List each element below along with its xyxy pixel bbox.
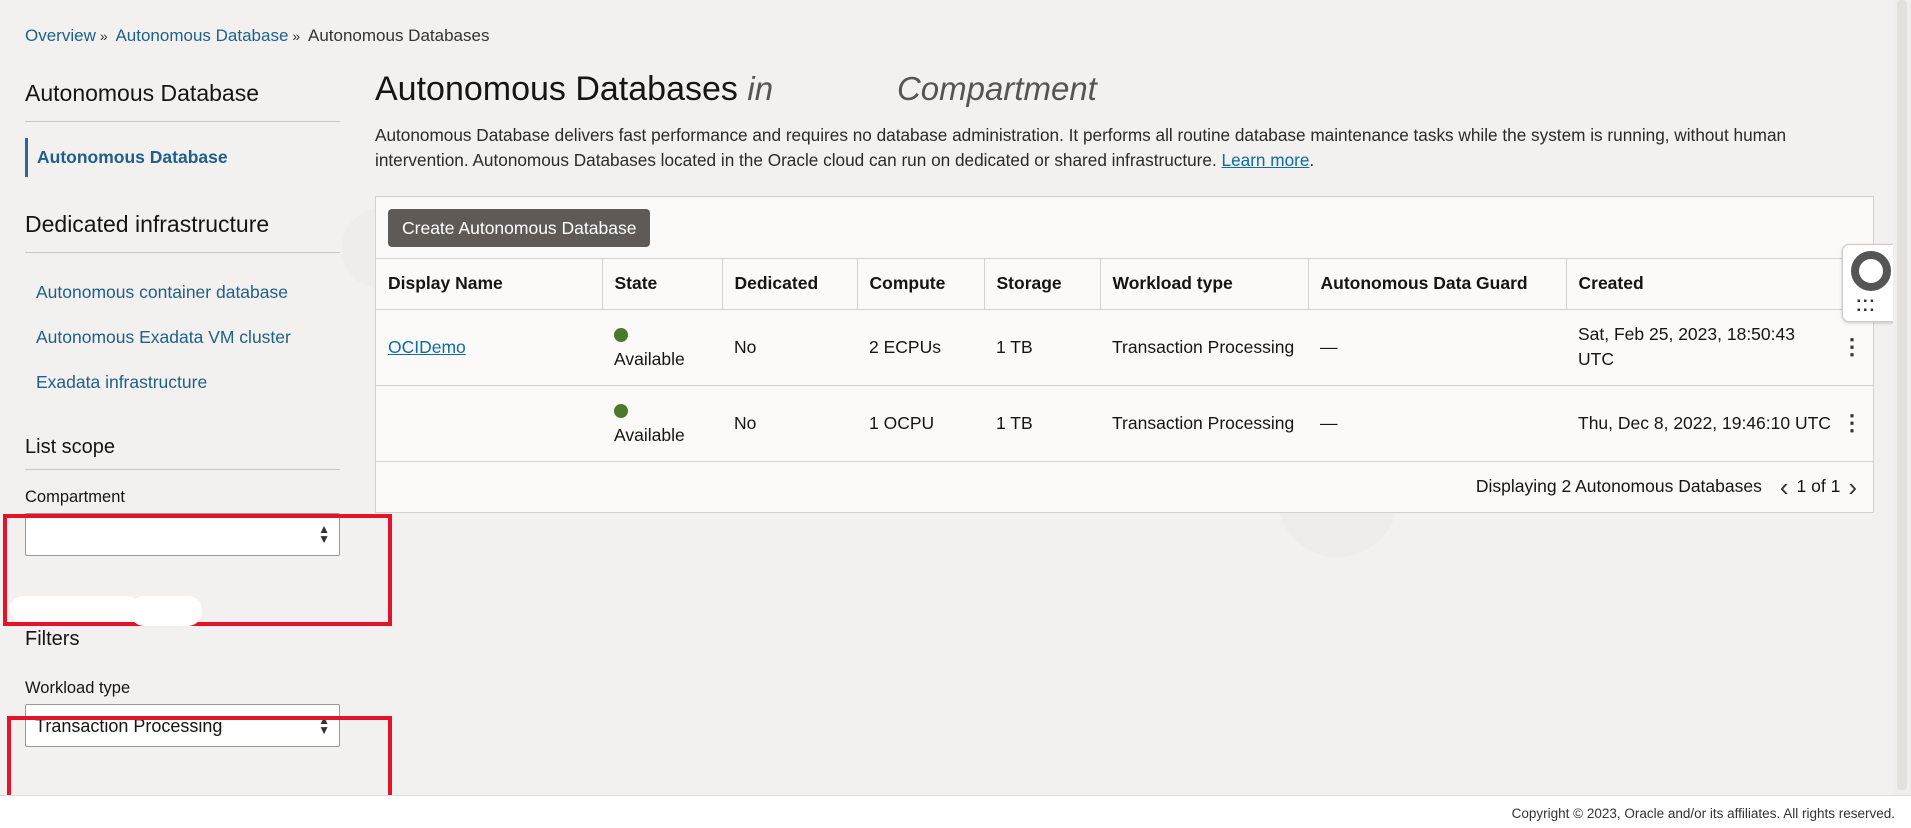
- cell-created: Thu, Dec 8, 2022, 19:46:10 UTC ⋮: [1566, 385, 1873, 462]
- cell-created: Sat, Feb 25, 2023, 18:50:43 UTC ⋮: [1566, 309, 1873, 386]
- state-text: Available: [614, 425, 685, 445]
- scrollbar-thumb[interactable]: [1897, 0, 1907, 790]
- page-title-compartment: Compartment: [896, 70, 1097, 107]
- lifebuoy-icon[interactable]: [1851, 251, 1891, 291]
- cell-display-name: [376, 385, 602, 462]
- create-autonomous-database-button[interactable]: Create Autonomous Database: [388, 209, 651, 247]
- main-content: Autonomous Databases in Compartment Auto…: [375, 70, 1874, 513]
- breadcrumb-separator: »: [99, 28, 108, 44]
- table-row: Available No 1 OCPU 1 TB Transaction Pro…: [376, 385, 1873, 462]
- sidebar-heading-dedicated: Dedicated infrastructure: [25, 211, 340, 253]
- row-actions-kebab-icon[interactable]: ⋮: [1841, 334, 1869, 359]
- sidebar: Autonomous Database Autonomous Database …: [25, 80, 340, 747]
- column-header-storage[interactable]: Storage: [984, 259, 1101, 310]
- breadcrumb-autonomous-database[interactable]: Autonomous Database: [115, 26, 288, 45]
- cell-compute: 1 OCPU: [857, 385, 984, 462]
- sidebar-item-container-database[interactable]: Autonomous container database: [25, 273, 340, 312]
- previous-page-icon[interactable]: ‹: [1780, 474, 1789, 500]
- cell-storage: 1 TB: [984, 309, 1100, 386]
- copyright-text: Copyright © 2023, Oracle and/or its affi…: [1511, 806, 1895, 821]
- cell-workload-type: Transaction Processing: [1100, 309, 1308, 386]
- breadcrumb: Overview» Autonomous Database» Autonomou…: [25, 26, 489, 46]
- cell-dedicated: No: [722, 385, 857, 462]
- description-text: Autonomous Database delivers fast perfor…: [375, 125, 1787, 170]
- cell-workload-type: Transaction Processing: [1100, 385, 1308, 462]
- sidebar-item-exadata-vm-cluster[interactable]: Autonomous Exadata VM cluster: [25, 318, 340, 357]
- column-header-created-label: Created: [1578, 273, 1644, 294]
- cell-storage: 1 TB: [984, 385, 1100, 462]
- breadcrumb-current: Autonomous Databases: [308, 26, 490, 45]
- column-header-state[interactable]: State: [602, 259, 723, 310]
- sidebar-heading-autonomous-database: Autonomous Database: [25, 80, 340, 122]
- cell-dedicated: No: [722, 309, 857, 386]
- redacted-compartment-name: [782, 70, 888, 100]
- cell-data-guard: —: [1308, 385, 1566, 462]
- breadcrumb-separator: »: [292, 28, 301, 44]
- state-text: Available: [614, 349, 685, 369]
- page-title: Autonomous Databases in Compartment: [375, 70, 1874, 109]
- row-actions-kebab-icon[interactable]: ⋮: [1841, 410, 1869, 435]
- column-header-workload-type[interactable]: Workload type: [1100, 259, 1309, 310]
- panel-toolbar: Create Autonomous Database: [376, 197, 1873, 259]
- cell-compute: 2 ECPUs: [857, 309, 984, 386]
- next-page-icon[interactable]: ›: [1848, 474, 1857, 500]
- table-row: OCIDemo Available No 2 ECPUs 1 TB Transa…: [376, 309, 1873, 386]
- column-header-dedicated[interactable]: Dedicated: [722, 259, 858, 310]
- page-title-in: in: [747, 70, 774, 107]
- filters-heading: Filters: [25, 628, 80, 650]
- breadcrumb-overview[interactable]: Overview: [25, 26, 96, 45]
- list-scope-heading: List scope: [25, 436, 340, 470]
- table-count-text: Displaying 2 Autonomous Databases: [1475, 476, 1762, 496]
- databases-table: Display Name State Dedicated Compute Sto…: [376, 259, 1873, 462]
- page-info: 1 of 1: [1796, 476, 1841, 496]
- column-header-created[interactable]: Created: [1566, 259, 1873, 310]
- page-scrollbar[interactable]: [1893, 0, 1911, 795]
- redaction-mark: [130, 596, 202, 626]
- help-widget[interactable]: ▪▪▪ ▪▪▪: [1842, 244, 1899, 322]
- column-header-display-name[interactable]: Display Name: [376, 259, 603, 310]
- sidebar-item-autonomous-database[interactable]: Autonomous Database: [25, 138, 340, 177]
- column-header-data-guard[interactable]: Autonomous Data Guard: [1308, 259, 1567, 310]
- cell-state: Available: [602, 309, 722, 386]
- status-available-icon: [614, 404, 628, 419]
- page-description: Autonomous Database delivers fast perfor…: [375, 125, 1787, 170]
- redaction-mark: [10, 596, 140, 622]
- table-footer: Displaying 2 Autonomous Databases ‹ 1 of…: [376, 462, 1873, 512]
- cell-display-name: OCIDemo: [376, 309, 602, 386]
- table-header-row: Display Name State Dedicated Compute Sto…: [376, 259, 1873, 310]
- learn-more-link[interactable]: Learn more: [1222, 150, 1310, 170]
- database-name-link[interactable]: OCIDemo: [388, 337, 466, 357]
- footer-bar: Copyright © 2023, Oracle and/or its affi…: [0, 795, 1911, 828]
- workload-type-label: Workload type: [25, 679, 131, 697]
- column-header-compute[interactable]: Compute: [857, 259, 985, 310]
- cell-data-guard: —: [1308, 309, 1566, 386]
- cell-state: Available: [602, 385, 722, 462]
- created-text: Thu, Dec 8, 2022, 19:46:10 UTC: [1578, 412, 1831, 433]
- sidebar-item-exadata-infrastructure[interactable]: Exadata infrastructure: [25, 363, 340, 402]
- created-text: Sat, Feb 25, 2023, 18:50:43 UTC: [1578, 324, 1795, 369]
- databases-panel: Create Autonomous Database Display Name …: [375, 196, 1874, 513]
- page-title-text: Autonomous Databases: [375, 70, 738, 108]
- compartment-label: Compartment: [25, 488, 125, 506]
- apps-grid-icon[interactable]: ▪▪▪ ▪▪▪: [1857, 297, 1885, 316]
- status-available-icon: [614, 328, 628, 343]
